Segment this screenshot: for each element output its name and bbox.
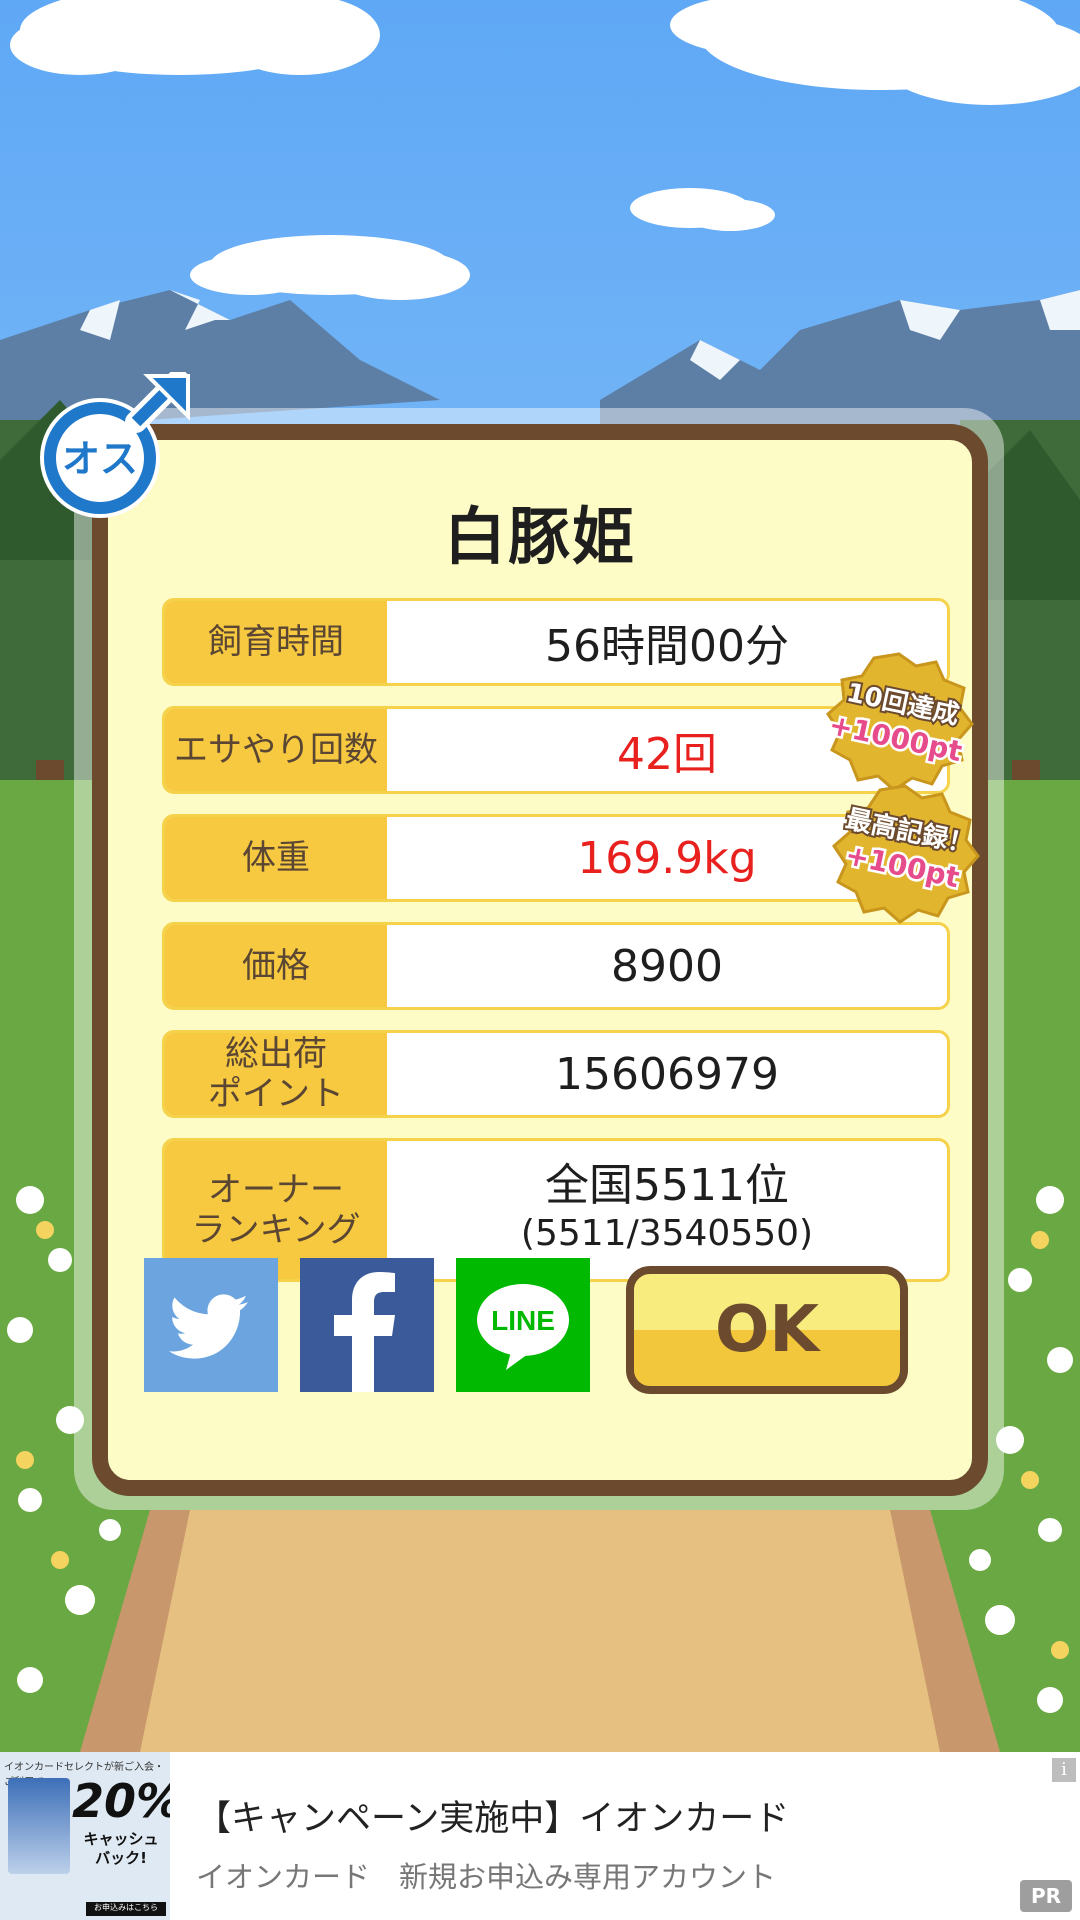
gender-badge-text: オス xyxy=(62,437,138,481)
line-chat-icon: LINE xyxy=(477,1284,569,1370)
line-share-button[interactable]: LINE xyxy=(456,1258,590,1392)
ad-thumbnail: イオンカードセレクトが新ご入会・ご利用で 20% キャッシュバック! お申込みは… xyxy=(0,1752,170,1920)
ad-title: 【キャンペーン実施中】イオンカード xyxy=(196,1799,790,1839)
line-logo-text: LINE xyxy=(491,1305,555,1336)
stat-label: 体重 xyxy=(165,817,387,899)
achievement-medal-weight: 最高記録！ +100pt xyxy=(830,784,980,924)
ad-thumb-percent: 20% xyxy=(72,1774,170,1828)
facebook-share-button[interactable] xyxy=(300,1258,434,1392)
achievement-medal-feed: 10回達成 +1000pt xyxy=(824,652,974,792)
ad-banner[interactable]: イオンカードセレクトが新ご入会・ご利用で 20% キャッシュバック! お申込みは… xyxy=(0,1752,1080,1920)
stat-row-total-points: 総出荷 ポイント 15606979 xyxy=(162,1030,950,1118)
pig-name-title: 白豚姫 xyxy=(443,500,636,573)
ad-pr-badge: PR xyxy=(1020,1880,1072,1912)
stat-value: 15606979 xyxy=(555,1048,779,1100)
ad-thumb-footer: お申込みはこちら xyxy=(86,1902,166,1916)
stat-value: 8900 xyxy=(611,940,723,992)
stat-row-price: 価格 8900 xyxy=(162,922,950,1010)
stat-label: エサやり回数 xyxy=(165,709,387,791)
male-gender-badge-icon: オス xyxy=(36,369,196,532)
ranking-value: 全国5511位 xyxy=(545,1160,789,1211)
ad-info-icon[interactable]: i xyxy=(1052,1758,1076,1782)
ok-button[interactable]: OK xyxy=(626,1266,908,1394)
ad-thumb-cashback: キャッシュバック! xyxy=(83,1830,159,1867)
stat-label: 総出荷 ポイント xyxy=(165,1033,387,1115)
pig-result-dialog: 白豚姫 飼育時間 56時間00分 エサやり回数 42回 体重 169.9kg 価… xyxy=(92,424,988,1496)
ranking-detail: (5511/3540550) xyxy=(520,1213,814,1254)
twitter-bird-icon xyxy=(169,1294,248,1359)
credit-card-icon xyxy=(8,1778,70,1874)
facebook-f-icon xyxy=(334,1272,395,1392)
twitter-share-button[interactable] xyxy=(144,1258,278,1392)
stat-label: 飼育時間 xyxy=(165,601,387,683)
ad-subtitle: イオンカード 新規お申込み専用アカウント xyxy=(196,1860,777,1894)
stat-label: 価格 xyxy=(165,925,387,1007)
